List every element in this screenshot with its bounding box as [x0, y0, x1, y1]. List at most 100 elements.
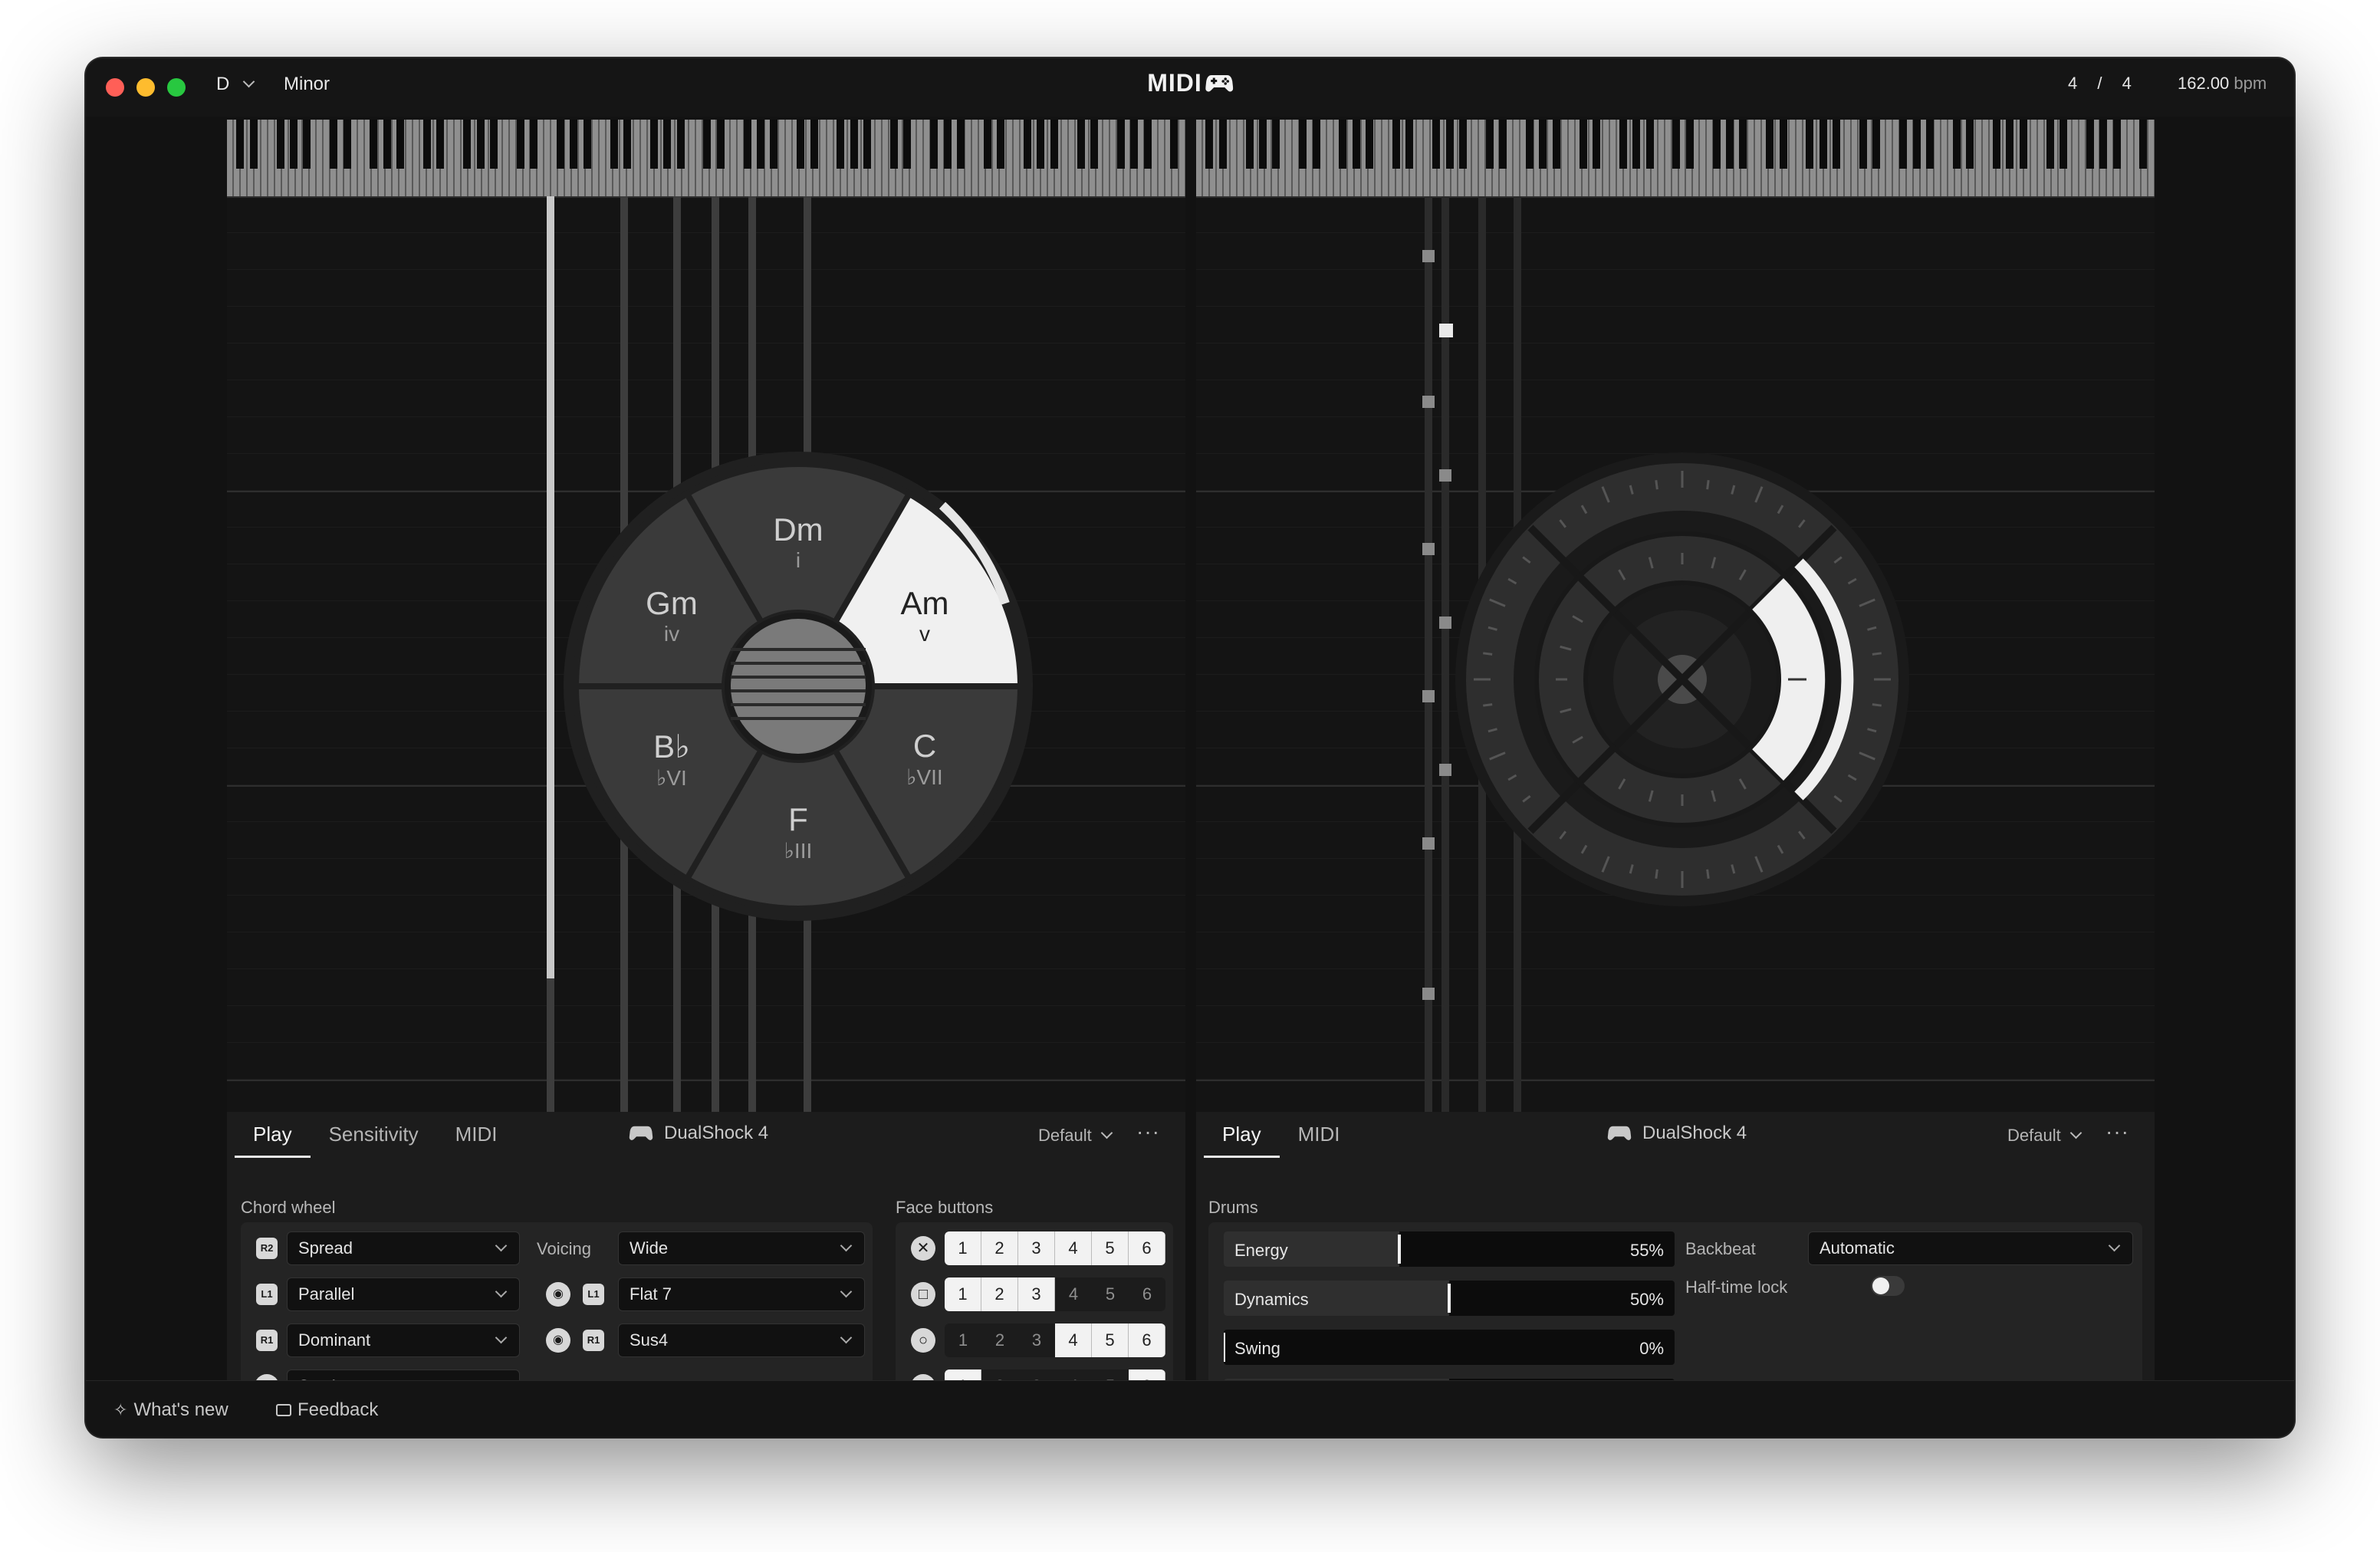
dynamics-slider[interactable]: Dynamics 50% — [1224, 1281, 1675, 1316]
controller-device[interactable]: DualShock 4 — [629, 1123, 768, 1144]
piano-black-key[interactable] — [1579, 120, 1587, 169]
piano-black-key[interactable] — [1739, 120, 1747, 169]
close-window-button[interactable] — [106, 78, 124, 97]
piano-black-key[interactable] — [1833, 120, 1841, 169]
piano-keyboard-drums[interactable] — [1196, 120, 2155, 196]
tab-play[interactable]: Play — [235, 1112, 311, 1158]
piano-black-key[interactable] — [1899, 120, 1908, 169]
piano-black-key[interactable] — [703, 120, 712, 169]
piano-black-key[interactable] — [1632, 120, 1641, 169]
octave-option[interactable]: 2 — [981, 1231, 1018, 1265]
piano-black-key[interactable] — [1272, 120, 1280, 169]
more-options-button[interactable]: ··· — [1136, 1120, 1160, 1144]
chord-wheel[interactable]: Dm i Am v C ♭VII F ♭III B♭ ♭VI Gm iv — [560, 449, 1036, 924]
piano-black-key[interactable] — [623, 120, 631, 169]
piano-black-key[interactable] — [2059, 120, 2067, 169]
piano-black-key[interactable] — [1712, 120, 1721, 169]
piano-black-key[interactable] — [343, 120, 351, 169]
piano-black-key[interactable] — [1645, 120, 1654, 169]
piano-black-key[interactable] — [1259, 120, 1267, 169]
piano-black-key[interactable] — [1499, 120, 1507, 169]
octave-option[interactable]: 5 — [1092, 1323, 1129, 1357]
piano-black-key[interactable] — [1912, 120, 1921, 169]
piano-black-key[interactable] — [396, 120, 405, 169]
time-signature[interactable]: 4 / 4 — [2068, 74, 2132, 94]
octave-option[interactable]: 1 — [945, 1231, 981, 1265]
piano-black-key[interactable] — [716, 120, 725, 169]
piano-black-key[interactable] — [797, 120, 805, 169]
piano-black-key[interactable] — [476, 120, 485, 169]
drum-wheel[interactable] — [1452, 449, 1912, 909]
piano-black-key[interactable] — [850, 120, 858, 169]
piano-black-key[interactable] — [423, 120, 431, 169]
piano-black-key[interactable] — [1539, 120, 1547, 169]
piano-black-key[interactable] — [530, 120, 538, 169]
piano-black-key[interactable] — [1726, 120, 1734, 169]
zoom-window-button[interactable] — [167, 78, 186, 97]
piano-black-key[interactable] — [1218, 120, 1227, 169]
preset-select[interactable]: Default — [2007, 1126, 2082, 1146]
piano-black-key[interactable] — [1130, 120, 1139, 169]
octave-option[interactable]: 4 — [1055, 1231, 1092, 1265]
stick-l1-voicing-select[interactable]: Flat 7 — [618, 1277, 865, 1311]
piano-black-key[interactable] — [2046, 120, 2054, 169]
tab-sensitivity[interactable]: Sensitivity — [311, 1112, 437, 1158]
piano-black-key[interactable] — [1952, 120, 1961, 169]
piano-keyboard-chords[interactable] — [227, 120, 1185, 196]
piano-black-key[interactable] — [2139, 120, 2148, 169]
face-button-octave-selector[interactable]: 123456 — [945, 1323, 1165, 1357]
piano-black-key[interactable] — [583, 120, 591, 169]
piano-black-key[interactable] — [837, 120, 845, 169]
octave-option[interactable]: 6 — [1129, 1231, 1165, 1265]
piano-black-key[interactable] — [1593, 120, 1600, 169]
octave-option[interactable]: 5 — [1092, 1231, 1129, 1265]
piano-black-key[interactable] — [1619, 120, 1627, 169]
piano-black-key[interactable] — [570, 120, 578, 169]
piano-black-key[interactable] — [810, 120, 818, 169]
drum-step[interactable] — [1422, 690, 1435, 702]
piano-black-key[interactable] — [1459, 120, 1467, 169]
piano-black-key[interactable] — [1245, 120, 1254, 169]
piano-black-key[interactable] — [2086, 120, 2094, 169]
piano-black-key[interactable] — [1405, 120, 1414, 169]
more-options-button[interactable]: ··· — [2106, 1120, 2129, 1144]
piano-black-key[interactable] — [663, 120, 672, 169]
energy-slider[interactable]: Energy 55% — [1224, 1231, 1675, 1267]
piano-black-key[interactable] — [370, 120, 378, 169]
mode-select[interactable]: Minor — [284, 74, 330, 95]
feedback-link[interactable]: Feedback — [276, 1399, 378, 1421]
drum-step[interactable] — [1422, 396, 1435, 408]
drum-step[interactable] — [1439, 764, 1451, 776]
piano-black-key[interactable] — [1312, 120, 1320, 169]
piano-black-key[interactable] — [1037, 120, 1045, 169]
half-time-lock-toggle[interactable] — [1871, 1276, 1905, 1296]
slider-handle[interactable] — [1224, 1333, 1225, 1362]
tab-play[interactable]: Play — [1204, 1112, 1280, 1158]
swing-slider[interactable]: Swing 0% — [1224, 1330, 1675, 1365]
piano-black-key[interactable] — [436, 120, 445, 169]
piano-black-key[interactable] — [463, 120, 472, 169]
l1-modifier-select[interactable]: Parallel — [287, 1277, 520, 1311]
piano-black-key[interactable] — [757, 120, 764, 169]
piano-black-key[interactable] — [1552, 120, 1560, 169]
tab-midi[interactable]: MIDI — [1280, 1112, 1359, 1158]
piano-black-key[interactable] — [1143, 120, 1152, 169]
minimize-window-button[interactable] — [136, 78, 155, 97]
piano-black-key[interactable] — [1926, 120, 1934, 169]
piano-black-key[interactable] — [1392, 120, 1400, 169]
piano-black-key[interactable] — [249, 120, 258, 169]
piano-black-key[interactable] — [1779, 120, 1787, 169]
slider-handle[interactable] — [1448, 1284, 1451, 1313]
controller-device[interactable]: DualShock 4 — [1607, 1123, 1747, 1144]
piano-black-key[interactable] — [1526, 120, 1534, 169]
piano-black-key[interactable] — [1024, 120, 1031, 169]
octave-option[interactable]: 4 — [1055, 1277, 1092, 1311]
piano-black-key[interactable] — [930, 120, 939, 169]
drum-step[interactable] — [1422, 543, 1435, 555]
tempo-field[interactable]: 162.00 bpm — [2178, 74, 2267, 94]
drum-step[interactable] — [1422, 988, 1435, 1000]
piano-black-key[interactable] — [557, 120, 564, 169]
piano-black-key[interactable] — [490, 120, 498, 169]
octave-option[interactable]: 3 — [1018, 1231, 1055, 1265]
piano-black-key[interactable] — [303, 120, 311, 169]
